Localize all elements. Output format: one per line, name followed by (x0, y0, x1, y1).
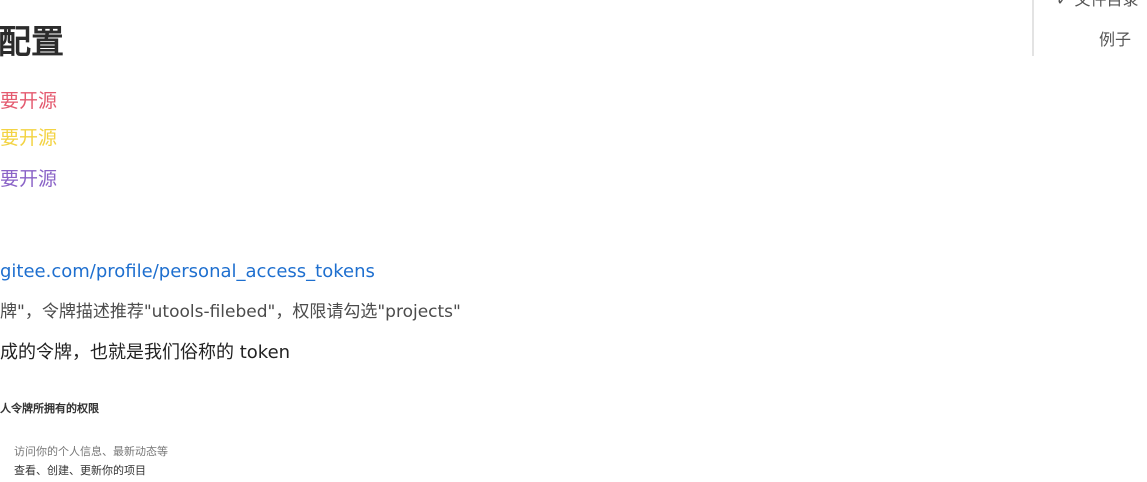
personal-access-tokens-link[interactable]: gitee.com/profile/personal_access_tokens (0, 259, 375, 285)
table-of-contents: ✓ 文件目录 例子 (1032, 0, 1147, 56)
permission-item: 查看、创建、更新你的项目 (14, 464, 146, 477)
colored-line-red: 要开源 (0, 90, 58, 112)
token-description-text: 牌"，令牌描述推荐"utools-filebed"，权限请勾选"projects… (0, 302, 461, 322)
colored-line-yellow: 要开源 (0, 127, 58, 149)
toc-item-example[interactable]: 例子 (1099, 28, 1131, 52)
permissions-screenshot: 人令牌所拥有的权限 访问你的个人信息、最新动态等 查看、创建、更新你的项目 (0, 392, 300, 482)
permission-item: 访问你的个人信息、最新动态等 (14, 445, 168, 458)
colored-line-purple: 要开源 (0, 168, 58, 190)
permissions-heading: 人令牌所拥有的权限 (0, 402, 99, 415)
token-note-text: 成的令牌，也就是我们俗称的 token (0, 342, 291, 363)
toc-item-file-directory[interactable]: ✓ 文件目录 (1056, 0, 1139, 10)
page-title: 配置 (0, 22, 64, 61)
